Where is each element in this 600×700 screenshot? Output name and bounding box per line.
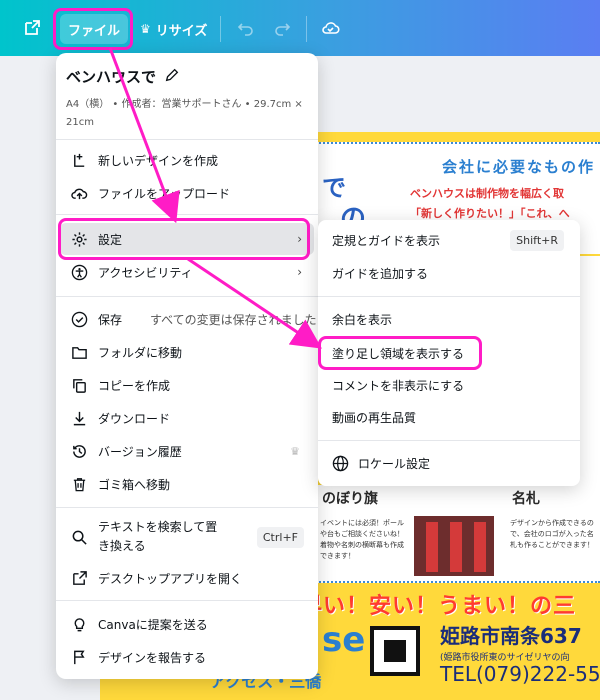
external-link-icon: [70, 569, 88, 587]
submenu-item-add-guide[interactable]: ガイドを追加する: [320, 257, 576, 289]
nobori-text: イベントには必須！ポールや台もご相談くださいね！着物や名刺の横断幕も作成できます…: [320, 519, 404, 560]
resize-label: リサイズ: [155, 23, 208, 39]
menu-item-accessibility[interactable]: アクセシビリティ ›: [60, 256, 314, 288]
crown-icon: ♛: [140, 22, 151, 36]
search-icon: [70, 528, 88, 546]
shortcut-badge: Shift+R: [510, 229, 564, 251]
submenu-item-label: コメントを非表示にする: [332, 378, 465, 393]
menu-item-report-design[interactable]: デザインを報告する: [60, 641, 314, 673]
pencil-edit-icon[interactable]: [164, 67, 180, 87]
save-check-icon: [70, 310, 88, 328]
menu-item-make-copy[interactable]: コピーを作成: [60, 369, 314, 401]
menu-divider: [56, 296, 318, 297]
toolbar-divider: [306, 16, 307, 42]
menu-divider: [56, 600, 318, 601]
submenu-divider: [318, 296, 580, 297]
menu-item-label: コピーを作成: [98, 378, 171, 393]
shortcut-badge: Ctrl+F: [256, 526, 304, 548]
redo-icon[interactable]: [272, 18, 292, 38]
copy-icon: [70, 376, 88, 394]
poster-slogan: 早い！安い！うまい！の三: [300, 594, 577, 619]
submenu-item-locale-settings[interactable]: ロケール設定: [320, 447, 576, 479]
poster-line1: ベンハウスは制作物を幅広く取: [410, 187, 564, 200]
meifuda-text: デザインから作成できるので、会社のロゴが入った名札も作ることができます！: [510, 519, 594, 549]
poster-tel: TEL(079)222-55: [440, 662, 600, 686]
menu-item-send-feedback[interactable]: Canvaに提案を送る: [60, 608, 314, 640]
download-icon: [70, 409, 88, 427]
poster-title: 会社に必要なもの作: [442, 158, 596, 176]
menu-divider: [56, 507, 318, 508]
chevron-right-icon: ›: [297, 265, 302, 279]
poster-address: 姫路市南条637: [440, 624, 582, 648]
menu-item-move-to-folder[interactable]: フォルダに移動: [60, 336, 314, 368]
menu-item-label: フォルダに移動: [98, 345, 183, 360]
nobori-title: のぼり旗: [322, 491, 378, 507]
menu-item-label: ダウンロード: [98, 411, 171, 426]
qr-code-center: [384, 640, 406, 662]
history-icon: [70, 442, 88, 460]
lightbulb-icon: [70, 615, 88, 633]
submenu-item-show-margins[interactable]: 余白を表示: [320, 303, 576, 335]
meifuda-title: 名札: [512, 491, 540, 507]
cloud-saved-icon[interactable]: [320, 18, 340, 38]
submenu-item-video-quality[interactable]: 動画の再生品質: [320, 401, 576, 433]
save-status-note: すべての変更は保存されました: [150, 312, 317, 327]
globe-icon: [332, 454, 350, 472]
menu-item-label: 保存: [98, 312, 123, 327]
folder-icon: [70, 343, 88, 361]
submenu-item-hide-comments[interactable]: コメントを非表示にする: [320, 369, 576, 401]
menu-item-new-design[interactable]: 新しいデザインを作成: [60, 144, 314, 176]
bleed-highlight: [318, 336, 482, 370]
accessibility-icon: [70, 263, 88, 281]
poster-logo: se: [322, 620, 366, 660]
submenu-item-rulers-guides[interactable]: 定規とガイドを表示 Shift+R: [320, 224, 576, 256]
upload-cloud-icon: [70, 184, 88, 202]
file-button-highlight: [53, 8, 133, 50]
trash-icon: [70, 475, 88, 493]
menu-item-download[interactable]: ダウンロード: [60, 402, 314, 434]
menu-item-label: デザインを報告する: [98, 650, 207, 665]
nobori-flag-shape: [426, 522, 438, 572]
design-title[interactable]: ベンハウスで: [66, 66, 180, 87]
menu-divider: [56, 214, 318, 215]
home-external-icon[interactable]: [22, 18, 42, 38]
flag-icon: [70, 648, 88, 666]
menu-divider: [56, 139, 318, 140]
submenu-divider: [318, 440, 580, 441]
menu-item-find-replace[interactable]: テキストを検索して置 き換える Ctrl+F: [60, 516, 314, 558]
settings-highlight: [58, 218, 310, 260]
design-meta: A4（横） • 作成者：営業サポートさん • 29.7cm × 21cm: [66, 99, 303, 128]
design-title-text: ベンハウスで: [66, 68, 157, 86]
submenu-item-label: 定規とガイドを表示: [332, 233, 441, 248]
menu-item-upload-file[interactable]: ファイルをアップロード: [60, 177, 314, 209]
nobori-flag-shape: [474, 522, 486, 572]
menu-item-trash[interactable]: ゴミ箱へ移動: [60, 468, 314, 500]
toolbar-divider: [220, 16, 221, 42]
resize-button[interactable]: ♛ リサイズ: [140, 18, 207, 40]
poster-line2: 「新しく作りたい！」「これ、へ: [410, 207, 570, 220]
nobori-flag-shape: [450, 522, 462, 572]
menu-item-open-desktop-app[interactable]: デスクトップアプリを開く: [60, 562, 314, 594]
submenu-item-label: 動画の再生品質: [332, 410, 417, 425]
premium-crown-icon: ♛: [290, 444, 300, 458]
undo-icon[interactable]: [236, 18, 256, 38]
submenu-item-label: 余白を表示: [332, 312, 393, 327]
menu-item-label: 新しいデザインを作成: [98, 153, 219, 168]
menu-item-label: ゴミ箱へ移動: [98, 477, 171, 492]
submenu-item-label: ガイドを追加する: [332, 266, 429, 281]
submenu-item-label: ロケール設定: [358, 456, 431, 471]
menu-item-label: バージョン履歴: [98, 444, 182, 459]
add-page-icon: [70, 151, 88, 169]
menu-item-label: デスクトップアプリを開く: [98, 571, 243, 586]
menu-item-label: アクセシビリティ: [98, 265, 193, 280]
menu-item-label: Canvaに提案を送る: [98, 617, 208, 632]
menu-item-save[interactable]: 保存 すべての変更は保存されました: [60, 303, 317, 335]
menu-item-version-history[interactable]: バージョン履歴 ♛: [60, 435, 314, 467]
menu-item-label: テキストを検索して置 き換える: [98, 520, 218, 553]
menu-item-label: ファイルをアップロード: [98, 186, 231, 201]
